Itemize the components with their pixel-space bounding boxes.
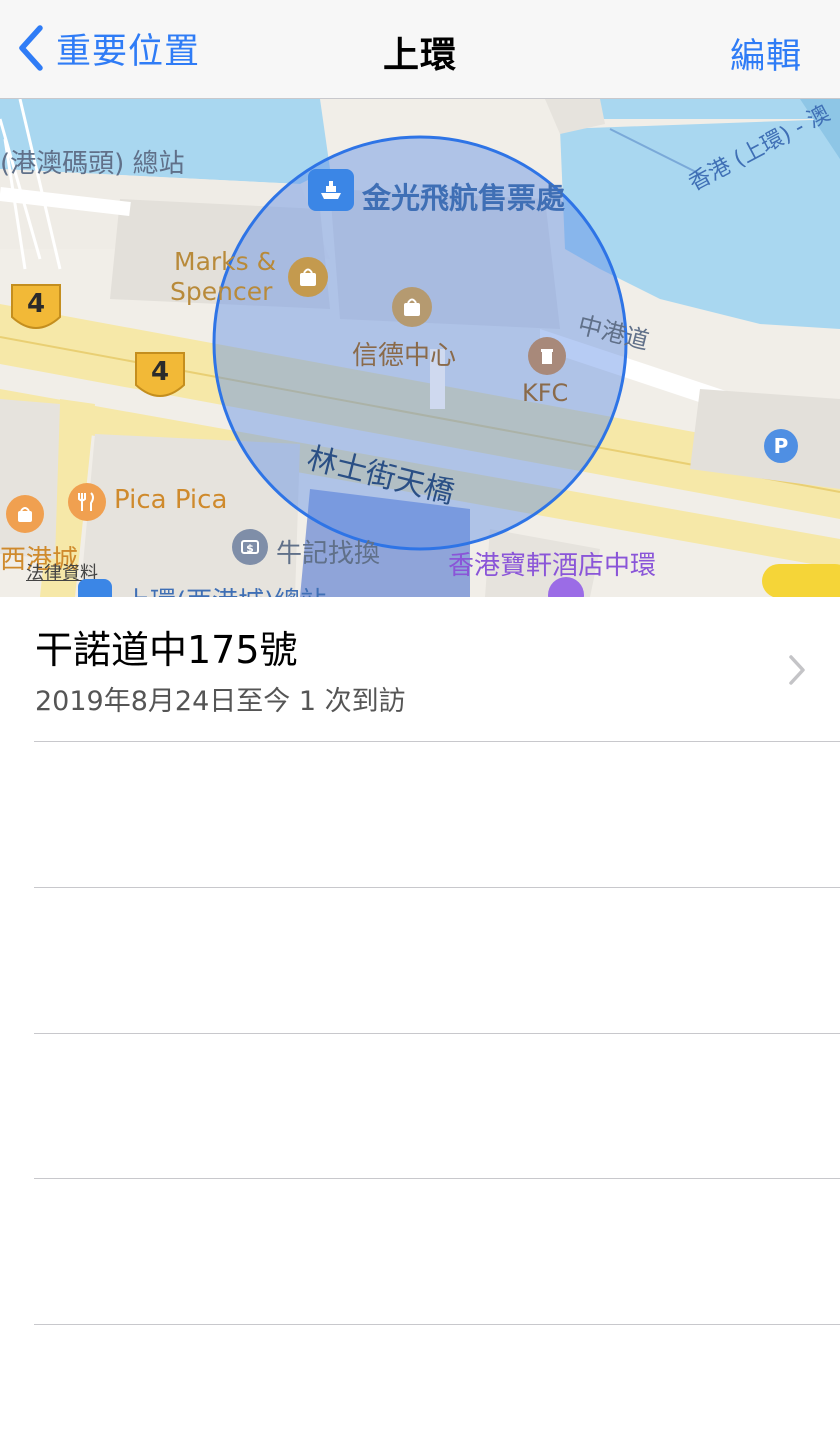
svg-text:$: $ (246, 542, 254, 555)
map-label-kfc: KFC (522, 379, 569, 407)
map-label-bus-stop: 上環(西港城)總站 (124, 581, 326, 597)
ferry-icon[interactable] (308, 169, 354, 211)
chevron-right-icon (789, 655, 805, 685)
page-title: 上環 (382, 35, 457, 76)
map-label-shun-tak-centre: 信德中心 (352, 341, 457, 371)
map-label-marks-spencer-1: Marks & (174, 247, 277, 276)
list-item-subtitle: 2019年8月24日至今 1 次到訪 (35, 686, 406, 717)
map-label-ferry-ticket: 金光飛航售票處 (362, 181, 566, 215)
map-label-marks-spencer-2: Spencer (170, 277, 273, 306)
fork-knife-icon[interactable] (68, 483, 106, 521)
bus-icon[interactable] (78, 579, 112, 597)
currency-exchange-icon[interactable]: $ (232, 529, 268, 565)
separator (34, 1033, 840, 1034)
cup-icon[interactable] (528, 337, 566, 375)
shopping-bag-icon[interactable] (288, 257, 328, 297)
separator (34, 1324, 840, 1325)
route-shield-number: 4 (150, 357, 170, 387)
map-label-exchange: 牛記找換 (276, 539, 381, 569)
separator (34, 1178, 840, 1179)
map-label-pier-terminal: (港澳碼頭) 總站 (0, 149, 185, 179)
map-label-pica-pica: Pica Pica (114, 485, 228, 515)
parking-icon[interactable]: P (764, 429, 798, 463)
edit-button[interactable]: 編輯 (730, 28, 802, 79)
route-shield-number: 4 (26, 289, 46, 319)
route-shield: 4 (132, 349, 188, 405)
separator (34, 887, 840, 888)
route-shield: 4 (8, 281, 64, 337)
list-item[interactable]: 干諾道中175號 2019年8月24日至今 1 次到訪 (0, 597, 840, 742)
navigation-bar: 重要位置 上環 編輯 (0, 0, 840, 99)
list-item-title: 干諾道中175號 (35, 628, 298, 672)
visits-list: 干諾道中175號 2019年8月24日至今 1 次到訪 (0, 597, 840, 1325)
shopping-bag-icon[interactable] (6, 495, 44, 533)
shopping-bag-icon[interactable] (392, 287, 432, 327)
map-label-hotel: 香港寶軒酒店中環 (448, 551, 657, 581)
separator (34, 741, 840, 742)
map-view[interactable]: (港澳碼頭) 總站 金光飛航售票處 Marks & Spencer 信德中心 中… (0, 99, 840, 597)
